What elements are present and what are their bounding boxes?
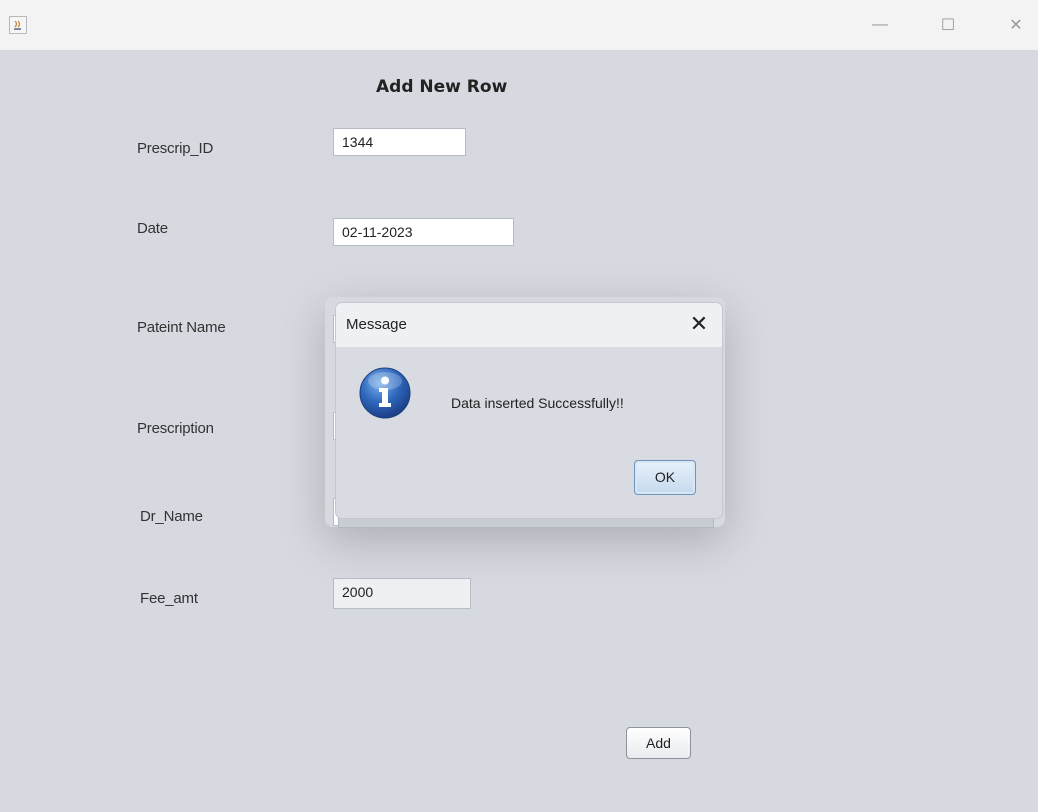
fee-amt-input[interactable]: 2000	[333, 578, 471, 609]
close-icon: ✕	[1009, 17, 1023, 34]
message-dialog: Message ✕ Data inserted Successfully!! O…	[335, 302, 723, 519]
label-dr-name: Dr_Name	[140, 508, 203, 525]
close-icon: ✕	[689, 311, 709, 336]
form-heading: Add New Row	[376, 77, 508, 97]
maximize-icon: ☐	[940, 17, 956, 34]
minimize-button[interactable]: —	[857, 0, 903, 50]
label-prescrip-id: Prescrip_ID	[137, 140, 214, 157]
ok-button[interactable]: OK	[634, 460, 696, 495]
dialog-title: Message	[346, 316, 407, 333]
close-button[interactable]: ✕	[993, 0, 1038, 50]
app-window: — ☐ ✕ Add New Row Prescrip_ID 1344 Date …	[0, 0, 1038, 812]
date-input[interactable]: 02-11-2023	[333, 218, 514, 246]
info-icon	[359, 367, 411, 419]
java-cup-icon	[9, 16, 27, 34]
title-bar[interactable]: — ☐ ✕	[0, 0, 1038, 50]
label-date: Date	[137, 220, 168, 237]
label-prescription: Prescription	[137, 420, 214, 437]
label-fee-amt: Fee_amt	[140, 590, 198, 607]
dialog-message: Data inserted Successfully!!	[451, 395, 624, 411]
maximize-button[interactable]: ☐	[925, 0, 971, 50]
prescrip-id-input[interactable]: 1344	[333, 128, 466, 156]
dialog-close-button[interactable]: ✕	[686, 312, 712, 338]
dialog-title-bar[interactable]: Message ✕	[336, 303, 722, 347]
minimize-icon: —	[872, 16, 888, 33]
label-patient-name: Pateint Name	[137, 319, 226, 336]
add-button[interactable]: Add	[626, 727, 691, 759]
